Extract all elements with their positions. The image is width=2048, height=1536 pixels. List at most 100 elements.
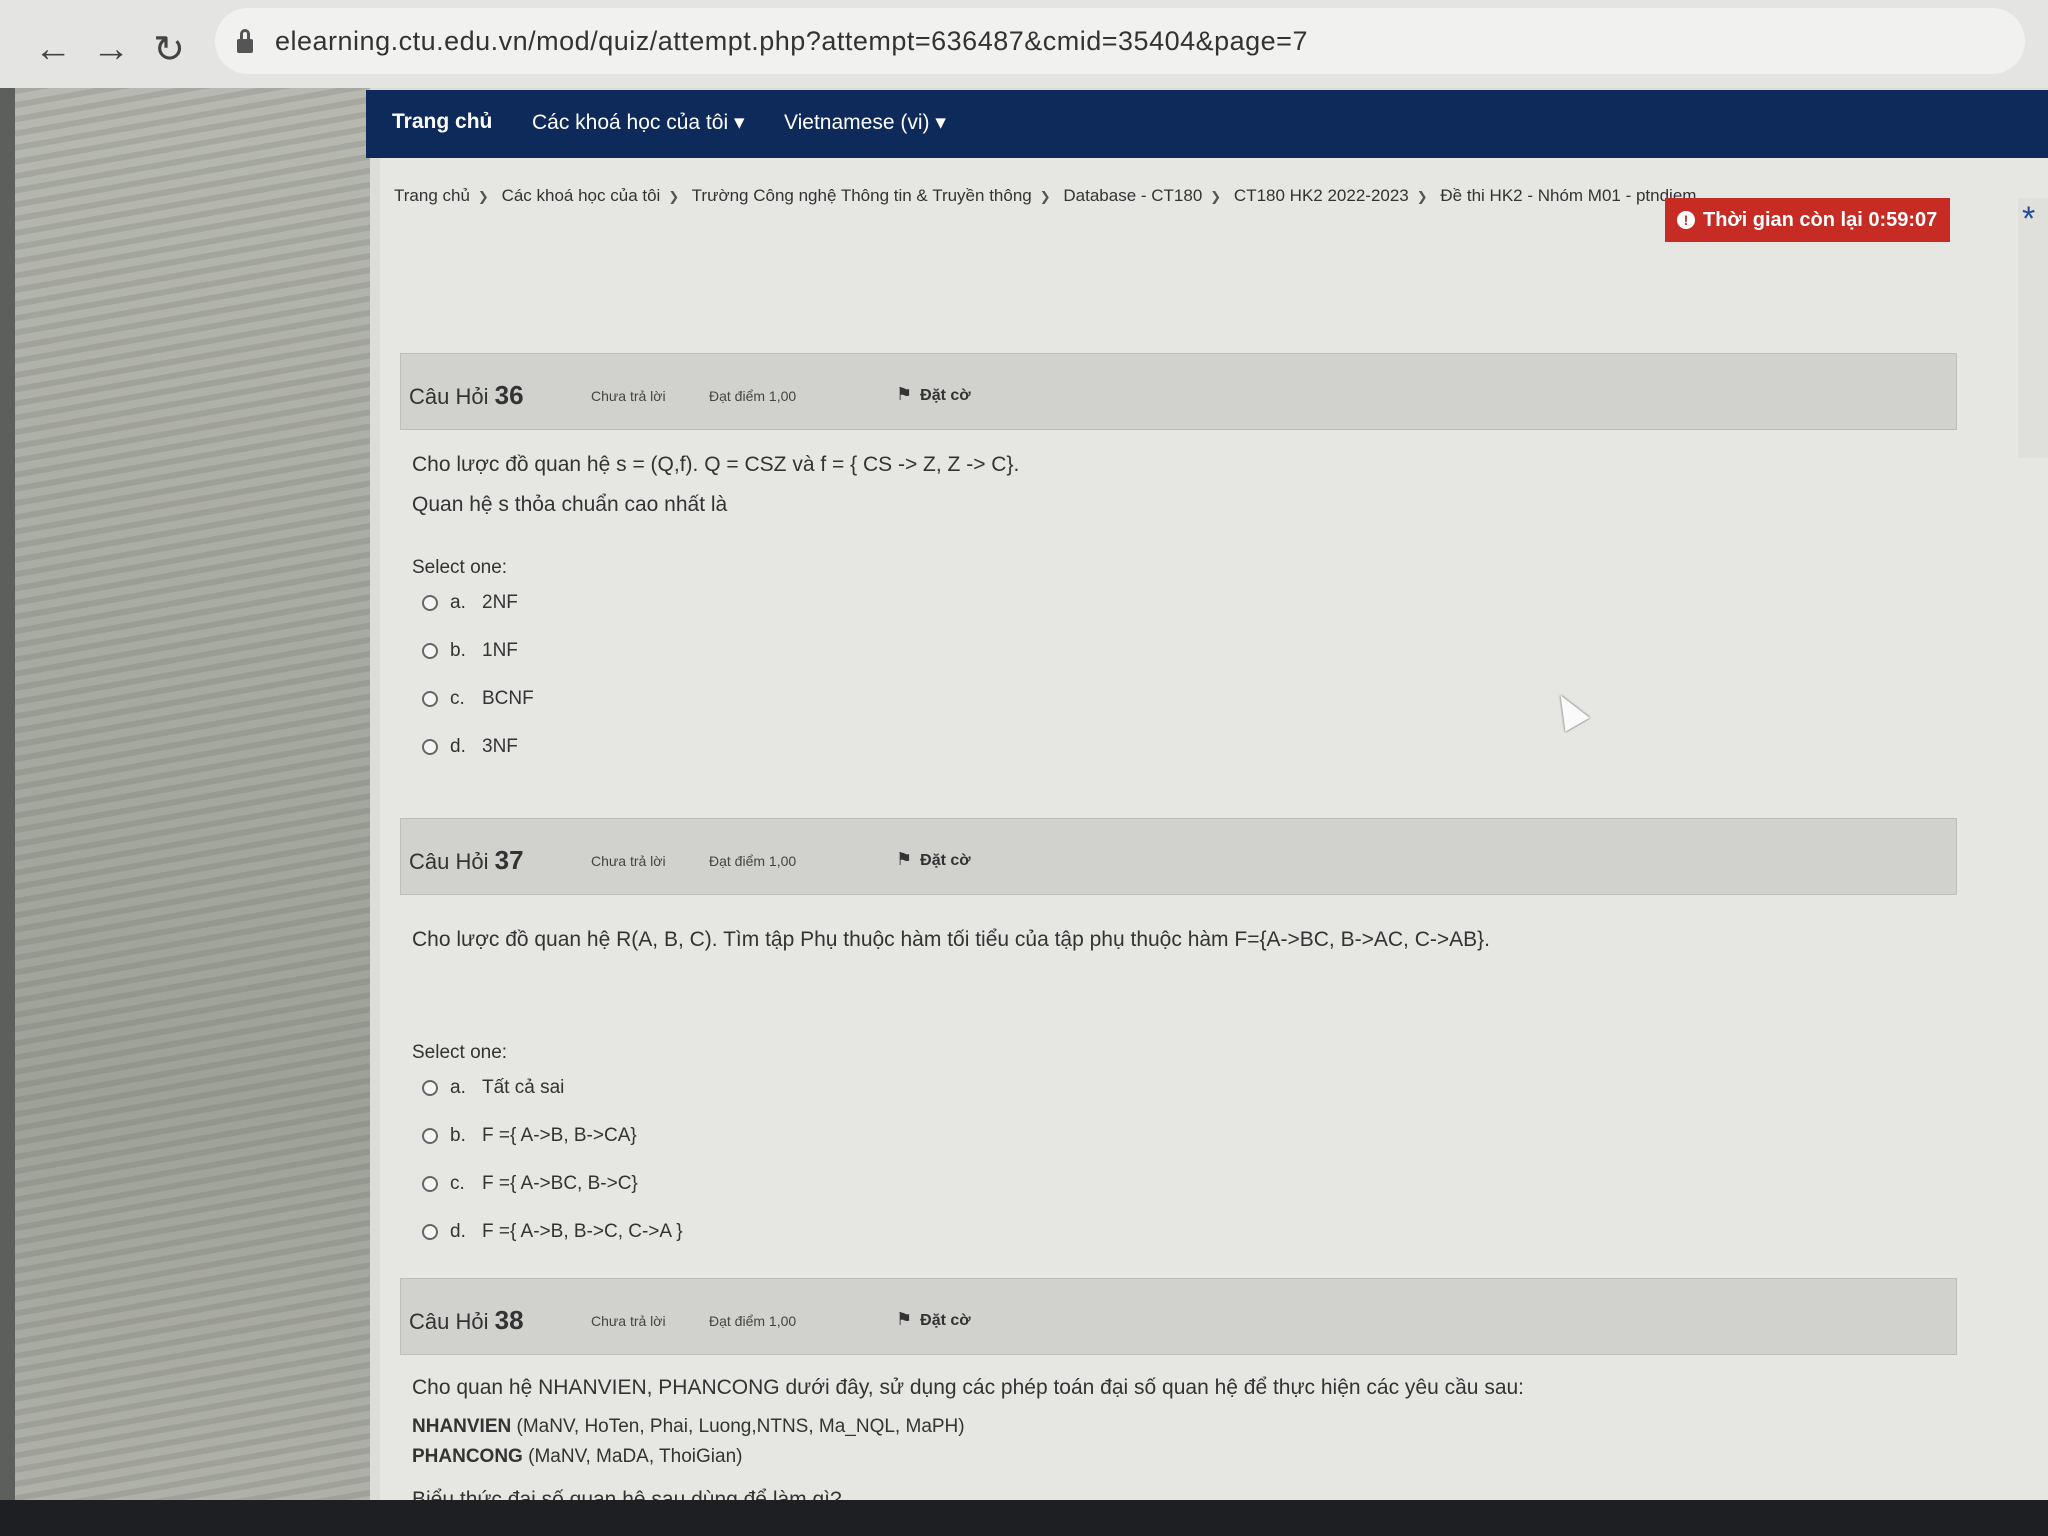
clock-icon: ! [1677, 211, 1695, 229]
option-text[interactable]: 3NF [482, 736, 518, 758]
page-viewport: Trang chủ Các khoá học của tôi ▾ Vietnam… [0, 88, 2048, 1536]
answer-option[interactable]: c. F ={ A->BC, B->C} [412, 1160, 1912, 1208]
back-icon[interactable]: ← [30, 26, 76, 72]
chevron-right-icon: ❯ [1210, 189, 1222, 204]
option-letter: a. [450, 1077, 466, 1098]
flag-question-button[interactable]: ⚑ Đặt cờ [896, 384, 971, 405]
radio-button[interactable] [422, 1224, 438, 1240]
answer-option[interactable]: d. F ={ A->B, B->C, C->A } [412, 1208, 1912, 1256]
answer-option[interactable]: a. Tất cả sai [412, 1064, 1912, 1112]
question-label: Câu Hỏi [409, 384, 489, 409]
time-remaining-badge: ! Thời gian còn lại 0:59:07 [1665, 198, 1950, 242]
answer-option[interactable]: a. 2NF [412, 579, 1912, 627]
url-text[interactable]: elearning.ctu.edu.vn/mod/quiz/attempt.ph… [275, 26, 1308, 57]
breadcrumb-home[interactable]: Trang chủ [394, 186, 470, 205]
breadcrumb-class[interactable]: CT180 HK2 2022-2023 [1234, 186, 1409, 205]
flag-label: Đặt cờ [920, 852, 971, 869]
option-letter: c. [450, 1173, 465, 1194]
question-header-37: Câu Hỏi 37 Chưa trả lời Đạt điểm 1,00 ⚑ Đ… [400, 818, 1957, 895]
question-text: Cho quan hệ NHANVIEN, PHANCONG dưới đây,… [412, 1376, 1525, 1399]
breadcrumb: Trang chủ ❯ Các khoá học của tôi ❯ Trường … [394, 186, 1696, 206]
flag-label: Đặt cờ [920, 387, 971, 404]
taskbar [0, 1500, 2048, 1536]
answer-option[interactable]: b. F ={ A->B, B->CA} [412, 1112, 1912, 1160]
question-title: Câu Hỏi 38 [409, 1305, 524, 1336]
option-letter: b. [450, 640, 466, 661]
nav-language[interactable]: Vietnamese (vi) ▾ [784, 110, 946, 135]
flag-question-button[interactable]: ⚑ Đặt cờ [896, 849, 971, 870]
question-header-36: Câu Hỏi 36 Chưa trả lời Đạt điểm 1,00 ⚑ Đ… [400, 353, 1957, 430]
radio-button[interactable] [422, 1080, 438, 1096]
flag-icon: ⚑ [896, 849, 913, 869]
option-text[interactable]: 1NF [482, 640, 518, 662]
option-letter: d. [450, 1221, 466, 1242]
question-body-36: Cho lược đồ quan hệ s = (Q,f). Q = CSZ v… [412, 453, 1912, 771]
background-campus-photo [15, 88, 370, 1536]
question-grade: Đạt điểm 1,00 [709, 1313, 797, 1329]
chevron-right-icon: ❯ [477, 189, 489, 204]
question-status: Chưa trả lời [591, 388, 666, 404]
answer-option[interactable]: d. 3NF [412, 723, 1912, 771]
select-one-label: Select one: [412, 557, 508, 578]
reload-icon[interactable]: ↻ [146, 26, 192, 72]
radio-button[interactable] [422, 1176, 438, 1192]
screen-bezel [0, 88, 15, 1536]
radio-button[interactable] [422, 1128, 438, 1144]
option-letter: b. [450, 1125, 466, 1146]
question-number: 37 [494, 845, 524, 875]
option-letter: d. [450, 736, 466, 757]
question-text: Quan hệ s thỏa chuẩn cao nhất là [412, 493, 728, 516]
radio-button[interactable] [422, 691, 438, 707]
address-bar[interactable]: elearning.ctu.edu.vn/mod/quiz/attempt.ph… [215, 8, 2025, 74]
relation-schema: NHANVIEN (MaNV, HoTen, Phai, Luong,NTNS,… [412, 1416, 1912, 1438]
question-number: 38 [494, 1305, 524, 1335]
breadcrumb-my-courses[interactable]: Các khoá học của tôi [502, 186, 661, 205]
question-text: Cho lược đồ quan hệ s = (Q,f). Q = CSZ v… [412, 453, 1020, 476]
question-title: Câu Hỏi 36 [409, 380, 524, 411]
option-text[interactable]: F ={ A->B, B->CA} [482, 1125, 637, 1147]
asterisk-icon: * [2022, 200, 2036, 238]
option-letter: c. [450, 688, 465, 709]
breadcrumb-quiz[interactable]: Đề thi HK2 - Nhóm M01 - ptndiem [1440, 186, 1696, 205]
question-text: Cho lược đồ quan hệ R(A, B, C). Tìm tập … [412, 928, 1490, 951]
chevron-right-icon: ❯ [668, 189, 680, 204]
flag-label: Đặt cờ [920, 1312, 971, 1329]
radio-button[interactable] [422, 595, 438, 611]
option-text[interactable]: BCNF [482, 688, 534, 710]
forward-icon[interactable]: → [88, 26, 134, 72]
browser-toolbar: ← → ↻ elearning.ctu.edu.vn/mod/quiz/atte… [0, 0, 2048, 89]
question-status: Chưa trả lời [591, 1313, 666, 1329]
option-text[interactable]: Tất cả sai [482, 1077, 564, 1099]
select-one-label: Select one: [412, 1042, 508, 1063]
option-text[interactable]: F ={ A->B, B->C, C->A } [482, 1221, 683, 1243]
question-label: Câu Hỏi [409, 849, 489, 874]
time-remaining-text: Thời gian còn lại 0:59:07 [1703, 208, 1938, 231]
flag-icon: ⚑ [896, 384, 913, 404]
answer-option[interactable]: c. BCNF [412, 675, 1912, 723]
breadcrumb-faculty[interactable]: Trường Công nghệ Thông tin & Truyền thôn… [692, 186, 1032, 205]
option-text[interactable]: F ={ A->BC, B->C} [482, 1173, 638, 1195]
option-text[interactable]: 2NF [482, 592, 518, 614]
relation-attributes: (MaNV, MaDA, ThoiGian) [528, 1446, 743, 1467]
question-header-38: Câu Hỏi 38 Chưa trả lời Đạt điểm 1,00 ⚑ Đ… [400, 1278, 1957, 1355]
top-navigation: Trang chủ Các khoá học của tôi ▾ Vietnam… [366, 90, 2048, 158]
relation-schema: PHANCONG (MaNV, MaDA, ThoiGian) [412, 1446, 1912, 1468]
lock-icon [237, 29, 253, 53]
flag-question-button[interactable]: ⚑ Đặt cờ [896, 1309, 971, 1330]
relation-name: PHANCONG [412, 1446, 523, 1467]
question-title: Câu Hỏi 37 [409, 845, 524, 876]
breadcrumb-course[interactable]: Database - CT180 [1063, 186, 1202, 205]
question-status: Chưa trả lời [591, 853, 666, 869]
relation-attributes: (MaNV, HoTen, Phai, Luong,NTNS, Ma_NQL, … [516, 1416, 965, 1437]
question-number: 36 [494, 380, 524, 410]
nav-home[interactable]: Trang chủ [392, 110, 492, 134]
main-content: Trang chủ ❯ Các khoá học của tôi ❯ Trường … [380, 158, 2048, 1536]
question-body-37: Cho lược đồ quan hệ R(A, B, C). Tìm tập … [412, 928, 1912, 1256]
radio-button[interactable] [422, 739, 438, 755]
question-grade: Đạt điểm 1,00 [709, 853, 797, 869]
flag-icon: ⚑ [896, 1309, 913, 1329]
answer-option[interactable]: b. 1NF [412, 627, 1912, 675]
radio-button[interactable] [422, 643, 438, 659]
chevron-right-icon: ❯ [1039, 189, 1051, 204]
nav-my-courses[interactable]: Các khoá học của tôi ▾ [532, 110, 745, 135]
